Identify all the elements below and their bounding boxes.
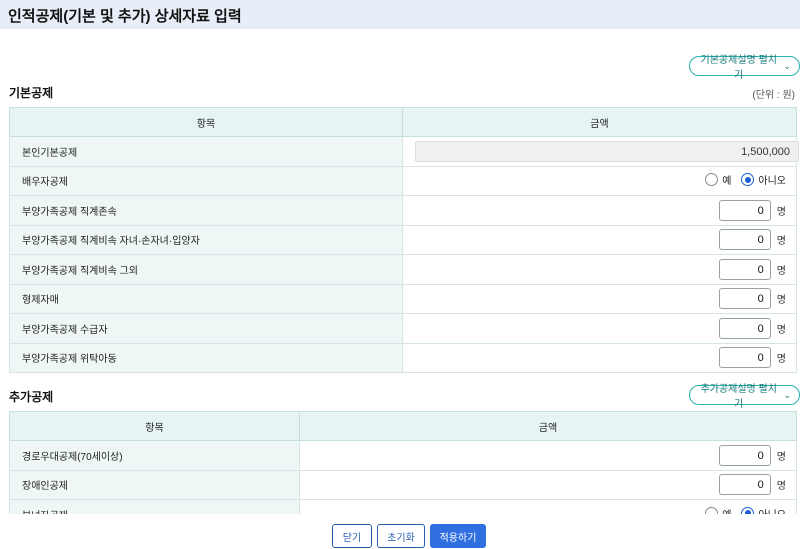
spouse-yes-label[interactable]: 예 (722, 172, 731, 187)
spouse-yes-radio[interactable] (705, 173, 719, 187)
unit-label: 명 (776, 324, 786, 336)
row-label-female-householder: 부녀자공제 (9, 499, 300, 514)
chevron-down-icon: ⌄ (783, 60, 791, 71)
spouse-no-label[interactable]: 아니오 (758, 172, 786, 187)
table-row: 본인기본공제 1,500,000 (9, 136, 799, 167)
spouse-no-radio[interactable] (741, 173, 755, 187)
row-label-lineal-ascendant: 부양가족공제 직계존속 (9, 195, 403, 226)
unit-label: 명 (776, 206, 786, 218)
lineal-descendant-children-input[interactable]: 0 (718, 229, 771, 251)
beneficiary-input[interactable]: 0 (718, 317, 771, 339)
table-row: 배우자공제 예 아니오 (9, 165, 797, 196)
unit-label: 명 (776, 451, 786, 463)
basic-deduction-expand-label: 기본공제설명 펼치기 (700, 55, 777, 81)
content-scroll-area[interactable]: 기본공제설명 펼치기 ⌄ 기본공제 (단위 : 원) 항목 금액 본인기본공제 … (0, 29, 800, 514)
column-header-amount: 금액 (402, 107, 797, 137)
title-bar: 인적공제(기본 및 추가) 상세자료 입력 (0, 0, 800, 29)
additional-deduction-expand-label: 추가공제설명 펼치기 (700, 384, 777, 410)
row-label-siblings: 형제자매 (9, 283, 403, 314)
additional-deduction-table: 항목 금액 경로우대공제(70세이상) 0명 장애인공제 0명 부녀자공제 예 (9, 411, 797, 514)
column-header-amount: 금액 (299, 411, 797, 441)
foster-child-input[interactable]: 0 (718, 347, 771, 369)
row-label-self: 본인기본공제 (9, 136, 403, 167)
lineal-ascendant-input[interactable]: 0 (718, 199, 771, 221)
unit-label: 명 (776, 265, 786, 277)
page-title: 인적공제(기본 및 추가) 상세자료 입력 (8, 8, 242, 25)
table-row: 형제자매 0명 (9, 283, 797, 314)
table-row: 부양가족공제 직계존속 0명 (9, 195, 797, 226)
table-row: 장애인공제 0명 (9, 469, 797, 500)
senior-input[interactable]: 0 (718, 444, 771, 466)
basic-deduction-section-title: 기본공제 (9, 86, 54, 100)
column-header-item: 항목 (9, 107, 403, 137)
table-row: 경로우대공제(70세이상) 0명 (9, 440, 797, 471)
table-row: 부양가족공제 직계비속 자녀·손자녀·입양자 0명 (9, 224, 797, 255)
self-deduction-amount: 1,500,000 (415, 140, 799, 162)
chevron-down-icon: ⌄ (783, 389, 791, 400)
basic-deduction-expand-button[interactable]: 기본공제설명 펼치기 ⌄ (689, 55, 800, 81)
footer-button-bar: 닫기 초기화 적용하기 (0, 514, 800, 549)
row-label-beneficiary: 부양가족공제 수급자 (9, 313, 403, 344)
unit-label: 명 (776, 481, 786, 493)
siblings-input[interactable]: 0 (718, 288, 771, 310)
reset-button[interactable]: 초기화 (377, 524, 425, 548)
disabled-input[interactable]: 0 (718, 474, 771, 496)
female-householder-radio-group: 예 아니오 (705, 506, 786, 514)
row-label-spouse: 배우자공제 (9, 165, 403, 196)
additional-deduction-section-title: 추가공제 (9, 390, 54, 404)
row-label-disabled: 장애인공제 (9, 469, 300, 500)
female-householder-no-radio[interactable] (741, 506, 755, 514)
close-button[interactable]: 닫기 (332, 524, 372, 548)
table-row: 부양가족공제 위탁아동 0명 (9, 342, 797, 373)
lineal-descendant-other-input[interactable]: 0 (718, 258, 771, 280)
row-label-senior: 경로우대공제(70세이상) (9, 440, 300, 471)
row-label-foster-child: 부양가족공제 위탁아동 (9, 342, 403, 373)
row-label-lineal-descendant-other: 부양가족공제 직계비속 그외 (9, 254, 403, 285)
apply-button[interactable]: 적용하기 (430, 524, 486, 548)
row-label-lineal-descendant-children: 부양가족공제 직계비속 자녀·손자녀·입양자 (9, 224, 403, 255)
female-householder-no-label[interactable]: 아니오 (758, 506, 786, 514)
unit-label: 명 (776, 236, 786, 248)
table-row: 부양가족공제 직계비속 그외 0명 (9, 254, 797, 285)
table-row: 부녀자공제 예 아니오 (9, 499, 797, 514)
additional-deduction-expand-button[interactable]: 추가공제설명 펼치기 ⌄ (689, 384, 800, 410)
female-householder-yes-label[interactable]: 예 (722, 506, 731, 514)
unit-note: (단위 : 원) (752, 90, 795, 101)
spouse-radio-group: 예 아니오 (705, 172, 786, 187)
table-row: 부양가족공제 수급자 0명 (9, 313, 797, 344)
basic-deduction-table: 항목 금액 본인기본공제 1,500,000 배우자공제 예 아니오 부양가족공… (9, 107, 799, 373)
female-householder-yes-radio[interactable] (705, 506, 719, 514)
unit-label: 명 (776, 354, 786, 366)
column-header-item: 항목 (9, 411, 300, 441)
unit-label: 명 (776, 295, 786, 307)
